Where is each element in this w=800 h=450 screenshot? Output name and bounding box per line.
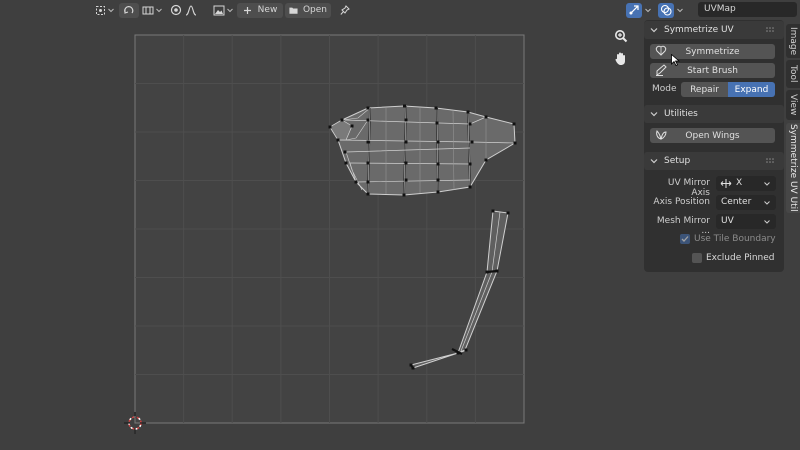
axis-position-label: Axis Position [653,197,710,207]
uv-sync-icon [124,6,134,14]
sidebar-tabs: Image Tool View Symmetrize UV Util [786,20,800,450]
tab-tool-label: Tool [788,65,798,83]
pin-toggle[interactable] [337,3,353,18]
uv-editor-header: New Open UVMap [0,0,800,20]
chevron-down-icon [644,8,651,13]
utilities-section-header[interactable]: Utilities [644,105,784,123]
chevron-down-icon [764,182,770,186]
tab-symmetrize-uv-util-label: Symmetrize UV Util [788,124,798,212]
gizmo-dropdown[interactable] [642,3,652,18]
uv-mirror-axis-label: UV Mirror Axis [667,178,710,198]
proportional-edit-icon [170,4,182,16]
symmetrize-icon [655,45,667,56]
open-wings-label: Open Wings [685,130,740,141]
gizmo-icon [629,5,639,15]
brush-icon [656,64,667,76]
image-browse-dropdown[interactable] [212,3,234,18]
mode-option-expand[interactable]: Expand [728,82,775,97]
gizmo-toggle[interactable] [626,2,642,18]
header-right-tools [626,2,684,18]
tab-symmetrize-uv-util[interactable]: Symmetrize UV Util [786,123,800,213]
start-brush-button[interactable]: Start Brush [650,63,775,78]
mesh-mirror-label: Mesh Mirror ... [656,216,710,236]
chevron-down-icon [764,201,770,205]
open-image-label: Open [302,5,327,15]
pin-icon [340,4,350,15]
setup-section-header[interactable]: Setup [644,152,784,170]
open-image-button[interactable]: Open [285,2,331,18]
uv-mirror-axis-value: X [736,178,743,188]
select-mode-icon [142,6,153,14]
pan-navigate-button[interactable] [612,49,630,67]
chevron-down-icon [226,8,233,13]
chevron-down-icon [108,8,114,13]
uv-canvas[interactable] [0,20,643,450]
pivot-dropdown[interactable] [94,3,116,18]
tab-image[interactable]: Image [786,24,800,58]
checkbox-box[interactable] [692,253,702,263]
mouse-pointer-icon [671,54,680,66]
checkbox-box[interactable] [680,234,690,244]
mesh-mirror-dropdown[interactable]: UV [716,214,776,229]
symmetrize-uv-section-header[interactable]: Symmetrize UV [644,21,784,39]
image-browse-icon [213,5,224,15]
zoom-icon [615,30,628,43]
falloff-dropdown[interactable] [184,3,198,18]
symmetrize-label: Symmetrize [685,46,740,57]
wings-icon [656,130,667,140]
open-wings-button[interactable]: Open Wings [650,128,775,143]
pivot-icon [96,5,105,15]
drag-grip-icon[interactable] [766,27,776,33]
uv-map-name-field[interactable]: UVMap [698,2,797,17]
drag-grip-icon[interactable] [766,158,776,164]
tab-view[interactable]: View [786,90,800,120]
tab-view-label: View [788,94,798,116]
select-mode-dropdown[interactable] [141,3,163,18]
proportional-edit-toggle[interactable] [169,3,183,18]
zoom-navigate-button[interactable] [612,27,630,45]
use-tile-boundary-label: Use Tile Boundary [694,234,776,244]
exclude-pinned-label: Exclude Pinned [706,253,775,263]
overlay-dropdown[interactable] [674,3,684,18]
chevron-down-icon [764,220,770,224]
mode-option-repair[interactable]: Repair [681,82,728,97]
overlay-toggle[interactable] [658,2,674,18]
overlay-icon [660,4,672,16]
tab-tool[interactable]: Tool [786,60,800,88]
mode-selector[interactable]: Repair Expand [681,82,775,97]
chevron-down-icon [676,8,683,13]
sidebar-panel: Symmetrize UV Symmetrize Start Brush Mod… [644,20,784,272]
collapse-arrow-icon [650,28,658,33]
uv-mirror-axis-dropdown[interactable]: X [716,176,776,191]
section-title: Utilities [664,109,698,119]
chevron-down-icon [155,8,162,13]
header-left-tools: New Open [94,2,353,18]
new-image-button[interactable]: New [237,2,283,18]
symmetrize-button[interactable]: Symmetrize [650,44,775,59]
collapse-arrow-icon [650,159,658,164]
tab-image-label: Image [788,26,798,56]
uv-viewport[interactable] [0,20,643,450]
axis-position-dropdown[interactable]: Center [716,195,776,210]
exclude-pinned-checkbox[interactable]: Exclude Pinned [692,253,775,263]
section-title: Setup [664,156,691,166]
hand-icon [615,52,625,65]
collapse-arrow-icon [650,112,658,117]
plus-icon [243,6,251,14]
falloff-curve-icon [185,4,197,16]
start-brush-label: Start Brush [687,65,738,76]
uv-sync-toggle[interactable] [119,2,139,18]
checkmark-icon [681,236,689,242]
axis-position-value: Center [721,197,752,207]
mesh-mirror-value: UV [721,216,734,226]
mirror-axis-icon [720,179,732,188]
use-tile-boundary-checkbox[interactable]: Use Tile Boundary [680,234,776,244]
new-image-label: New [257,5,278,15]
section-title: Symmetrize UV [664,25,734,35]
mode-label: Mode [652,84,677,94]
folder-icon [289,7,298,14]
uv-map-name: UVMap [704,4,736,14]
